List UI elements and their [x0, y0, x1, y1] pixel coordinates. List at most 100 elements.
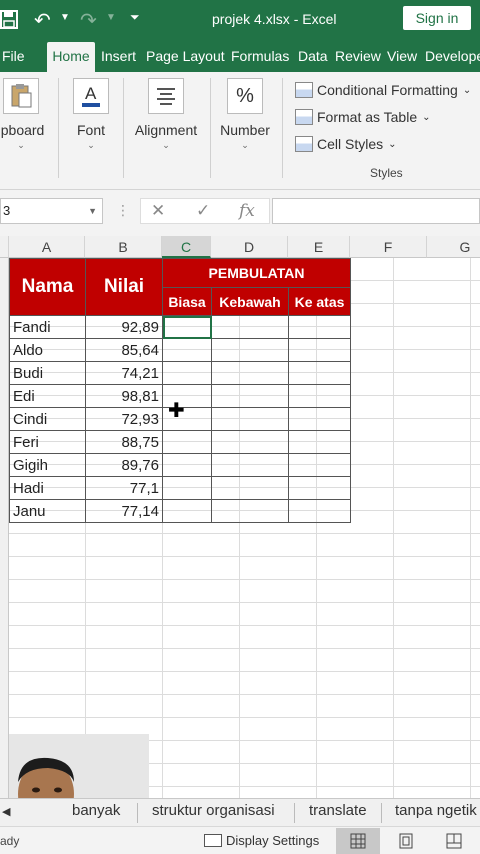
cell-styles-button[interactable]: Cell Styles ⌄ — [295, 136, 397, 152]
header-nilai[interactable]: Nilai — [85, 258, 163, 316]
row-headers[interactable] — [0, 258, 9, 818]
cell-kebawah[interactable] — [211, 476, 289, 500]
tab-review[interactable]: Review — [335, 40, 381, 72]
cell-nama[interactable]: Edi — [9, 384, 86, 408]
page-layout-view-button[interactable] — [384, 828, 428, 854]
cell-nilai[interactable]: 98,81 — [85, 384, 163, 408]
cell-nilai[interactable]: 85,64 — [85, 338, 163, 362]
cell-nilai[interactable]: 74,21 — [85, 361, 163, 385]
cell-kebawah[interactable] — [211, 499, 289, 523]
cell-nama[interactable]: Cindi — [9, 407, 86, 431]
tab-home[interactable]: Home — [47, 42, 95, 72]
cell-nilai[interactable]: 77,1 — [85, 476, 163, 500]
header-nama[interactable]: Nama — [9, 258, 86, 316]
alignment-group[interactable]: Alignment ⌄ — [130, 78, 202, 151]
column-header-f[interactable]: F — [350, 236, 427, 258]
sheet-tab-translate[interactable]: translate — [309, 802, 367, 819]
select-all-corner[interactable] — [0, 236, 9, 258]
cell-nama[interactable]: Janu — [9, 499, 86, 523]
cell-nilai[interactable]: 72,93 — [85, 407, 163, 431]
column-header-d[interactable]: D — [211, 236, 288, 258]
conditional-formatting-button[interactable]: Conditional Formatting ⌄ — [295, 82, 471, 98]
tab-page-layout[interactable]: Page Layout — [146, 40, 225, 72]
header-ke-atas[interactable]: Ke atas — [288, 287, 351, 316]
tab-file[interactable]: File — [2, 40, 25, 72]
tab-data[interactable]: Data — [298, 40, 328, 72]
page-break-view-button[interactable] — [432, 828, 476, 854]
cell-kebawah[interactable] — [211, 453, 289, 477]
cell-nilai[interactable]: 89,76 — [85, 453, 163, 477]
normal-view-button[interactable] — [336, 828, 380, 854]
cell-kebawah[interactable] — [211, 338, 289, 362]
tab-view[interactable]: View — [387, 40, 417, 72]
insert-function-icon[interactable]: fx — [239, 201, 255, 221]
header-biasa[interactable]: Biasa — [162, 287, 212, 316]
cell-nilai[interactable]: 77,14 — [85, 499, 163, 523]
cell-biasa[interactable] — [162, 430, 212, 454]
column-header-g[interactable]: G — [427, 236, 480, 258]
cell-biasa[interactable] — [162, 476, 212, 500]
customize-quick-access-icon[interactable]: ⏷ — [130, 10, 140, 25]
sheet-tab-banyak[interactable]: banyak — [72, 802, 120, 819]
cell-kebawah[interactable] — [211, 384, 289, 408]
name-box[interactable]: 3 ▼ — [0, 198, 103, 224]
cell-biasa[interactable] — [162, 499, 212, 523]
header-pembulatan[interactable]: PEMBULATAN — [162, 258, 351, 288]
formula-input[interactable] — [272, 198, 480, 224]
cell-ke-atas[interactable] — [288, 407, 351, 431]
number-group[interactable]: % Number ⌄ — [216, 78, 274, 151]
column-header-c[interactable]: C — [162, 236, 211, 258]
format-as-table-button[interactable]: Format as Table ⌄ — [295, 109, 431, 125]
sheet-tab-tanpa-ngetik[interactable]: tanpa ngetik — [395, 802, 477, 819]
chevron-down-icon[interactable]: ▼ — [88, 199, 97, 223]
column-header-b[interactable]: B — [85, 236, 162, 258]
sign-in-button[interactable]: Sign in — [403, 6, 471, 30]
cell-ke-atas[interactable] — [288, 453, 351, 477]
cell-nama[interactable]: Hadi — [9, 476, 86, 500]
cell-kebawah[interactable] — [211, 315, 289, 339]
scroll-left-icon[interactable]: ◀ — [2, 805, 10, 818]
cell-nama[interactable]: Fandi — [9, 315, 86, 339]
paste-icon[interactable] — [3, 78, 39, 114]
cell-biasa[interactable] — [162, 338, 212, 362]
percent-icon[interactable]: % — [227, 78, 263, 114]
cell-ke-atas[interactable] — [288, 430, 351, 454]
display-settings-button[interactable]: Display Settings — [204, 833, 319, 848]
tab-insert[interactable]: Insert — [101, 40, 136, 72]
redo-dropdown-icon[interactable]: ▼ — [106, 12, 116, 23]
cell-kebawah[interactable] — [211, 407, 289, 431]
cell-biasa-selected[interactable] — [162, 315, 212, 339]
cell-biasa[interactable] — [162, 361, 212, 385]
cell-kebawah[interactable] — [211, 430, 289, 454]
font-color-icon[interactable]: A — [73, 78, 109, 114]
tab-formulas[interactable]: Formulas — [231, 40, 289, 72]
redo-icon[interactable]: ↷ — [80, 8, 97, 33]
cell-biasa[interactable] — [162, 453, 212, 477]
enter-icon[interactable]: ✓ — [196, 201, 210, 221]
resize-handle-icon[interactable]: ⋮ — [116, 202, 130, 219]
clipboard-group[interactable]: ipboard ⌄ — [0, 78, 52, 151]
undo-dropdown-icon[interactable]: ▼ — [60, 12, 70, 23]
header-kebawah[interactable]: Kebawah — [211, 287, 289, 316]
save-icon[interactable] — [0, 9, 22, 31]
cell-ke-atas[interactable] — [288, 384, 351, 408]
cancel-icon[interactable]: ✕ — [151, 201, 165, 221]
cell-nama[interactable]: Aldo — [9, 338, 86, 362]
column-header-a[interactable]: A — [9, 236, 85, 258]
cell-ke-atas[interactable] — [288, 476, 351, 500]
alignment-icon[interactable] — [148, 78, 184, 114]
font-group[interactable]: A Font ⌄ — [68, 78, 114, 151]
sheet-tab-struktur-organisasi[interactable]: struktur organisasi — [152, 802, 275, 819]
cell-nilai[interactable]: 92,89 — [85, 315, 163, 339]
cell-ke-atas[interactable] — [288, 499, 351, 523]
cell-nama[interactable]: Feri — [9, 430, 86, 454]
cell-ke-atas[interactable] — [288, 315, 351, 339]
cell-nama[interactable]: Budi — [9, 361, 86, 385]
tab-developer[interactable]: Develope — [425, 40, 480, 72]
column-header-e[interactable]: E — [288, 236, 350, 258]
undo-icon[interactable]: ↶ — [34, 8, 51, 33]
cell-nilai[interactable]: 88,75 — [85, 430, 163, 454]
cell-kebawah[interactable] — [211, 361, 289, 385]
cell-nama[interactable]: Gigih — [9, 453, 86, 477]
cell-ke-atas[interactable] — [288, 361, 351, 385]
